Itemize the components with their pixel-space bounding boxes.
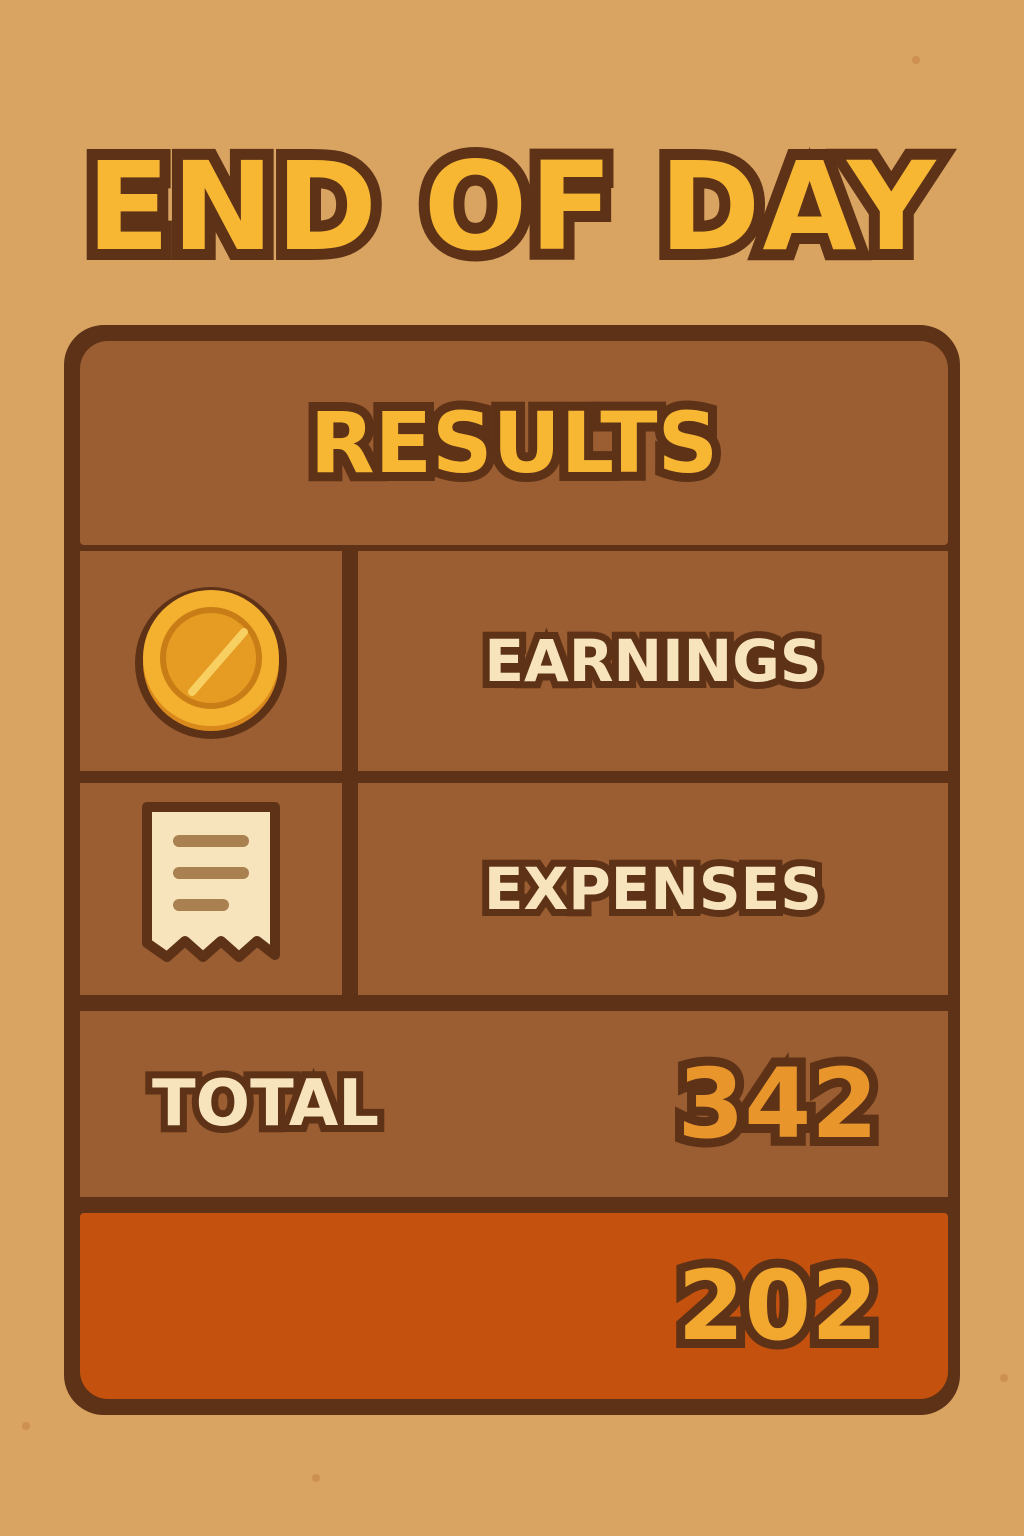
expenses-label: EXPENSES — [477, 848, 829, 930]
total-row: TOTAL 342 — [80, 1011, 948, 1197]
results-header: RESULTS — [80, 341, 948, 545]
earnings-label: EARNINGS — [477, 620, 828, 702]
total-label: TOTAL — [145, 1060, 386, 1148]
receipt-icon — [131, 801, 291, 977]
final-value: 202 — [669, 1241, 887, 1371]
results-panel: RESULTS EARNINGS EXPENSES TOTAL 342 202 — [64, 325, 960, 1415]
background-speck — [22, 1422, 30, 1430]
earnings-icon-cell — [80, 551, 342, 771]
screen-title: END OF DAY — [75, 125, 946, 289]
earnings-label-cell: EARNINGS — [358, 551, 948, 771]
background-speck — [312, 1474, 320, 1482]
expenses-icon-cell — [80, 783, 342, 995]
background-speck — [912, 56, 920, 64]
background-speck — [1000, 1374, 1008, 1382]
coin-icon — [126, 576, 296, 746]
final-row: 202 — [80, 1213, 948, 1399]
expenses-label-cell: EXPENSES — [358, 783, 948, 995]
results-title: RESULTS — [301, 385, 727, 501]
total-value: 342 — [669, 1039, 887, 1169]
